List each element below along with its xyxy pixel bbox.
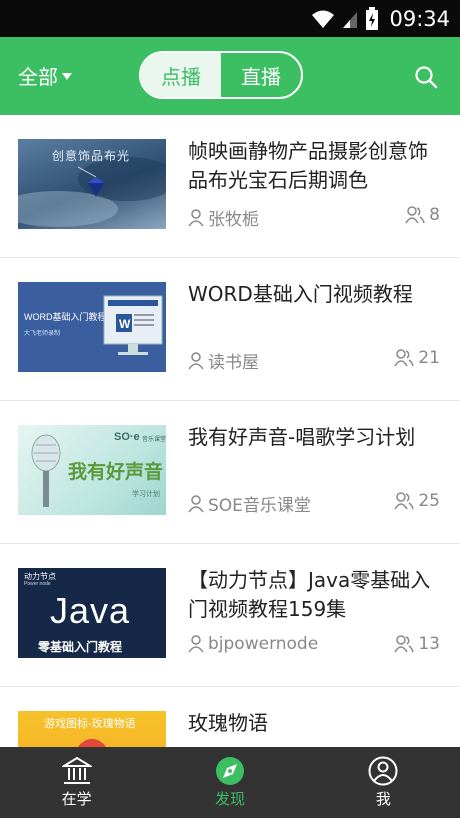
thumbnail-subcaption: 学习计划 (132, 491, 160, 498)
course-title: 【动力节点】Java零基础入门视频教程159集 (188, 568, 431, 621)
search-icon[interactable] (414, 65, 438, 89)
monitor-image: W (103, 295, 163, 355)
course-thumbnail: SO·e 音乐课堂 我有好声音 学习计划 (18, 425, 166, 515)
tab-discover[interactable]: 发现 (153, 747, 306, 818)
signal-icon (343, 11, 358, 28)
course-learner-count: 25 (418, 491, 440, 511)
bottom-tab-bar: 在学 发现 我 (0, 747, 460, 818)
tab-learning-label: 在学 (61, 790, 92, 808)
course-author: bjpowernode (188, 634, 318, 654)
tab-on-demand[interactable]: 点播 (141, 53, 221, 97)
thumbnail-caption: Java (50, 590, 131, 631)
course-learner-count: 21 (418, 348, 440, 368)
people-icon (394, 635, 415, 653)
course-learner-count: 8 (429, 205, 440, 225)
course-title: 帧映画静物产品摄影创意饰品布光宝石后期调色 (188, 139, 428, 192)
tab-me-label: 我 (375, 790, 391, 808)
course-author-name: 读书屋 (208, 353, 259, 373)
tab-live[interactable]: 直播 (221, 53, 301, 97)
svg-text:W: W (119, 317, 131, 331)
compass-icon (215, 757, 244, 785)
course-title: WORD基础入门视频教程 (188, 282, 413, 306)
course-learners: 21 (394, 348, 440, 368)
thumbnail-brand: SO·e (114, 431, 140, 443)
course-item[interactable]: SO·e 音乐课堂 我有好声音 学习计划 我有好声音-唱歌学习计划 SOE音乐课… (0, 401, 460, 544)
top-header: 全部 点播 直播 (0, 37, 460, 115)
course-learner-count: 13 (418, 634, 440, 654)
course-title: 玫瑰物语 (188, 711, 268, 735)
tab-learning[interactable]: 在学 (0, 747, 153, 818)
category-filter[interactable]: 全部 (18, 61, 72, 90)
person-icon (188, 351, 204, 369)
course-author: 读书屋 (188, 348, 259, 373)
course-author: SOE音乐课堂 (188, 491, 311, 516)
course-item[interactable]: WORD基础入门教程 大飞老师录制 W WORD基础入门视频教程 读书屋 21 (0, 258, 460, 401)
caret-down-icon (62, 73, 72, 80)
course-item[interactable]: 动力节点 Power node Java 零基础入门教程 【动力节点】Java零… (0, 544, 460, 687)
course-thumbnail: 动力节点 Power node Java 零基础入门教程 (18, 568, 166, 658)
mode-segmented-control: 点播 直播 (139, 51, 303, 99)
course-learners: 25 (394, 491, 440, 511)
course-author-name: 张牧栀 (208, 210, 259, 230)
thumbnail-caption: 我有好声音 (68, 462, 164, 483)
course-item[interactable]: 游戏图标-玫瑰物语 玫瑰物语 (0, 687, 460, 747)
wifi-icon (312, 10, 335, 28)
course-thumbnail: 创意饰品布光 (18, 139, 166, 229)
person-icon (188, 494, 204, 512)
course-thumbnail: 游戏图标-玫瑰物语 (18, 711, 166, 747)
battery-icon (366, 6, 379, 30)
course-learners: 8 (405, 205, 440, 225)
person-icon (188, 208, 204, 226)
course-learners: 13 (394, 634, 440, 654)
bank-icon (61, 756, 92, 784)
thumbnail-brand-sub: Power node (24, 581, 51, 587)
tab-discover-label: 发现 (214, 790, 245, 808)
person-icon (368, 756, 398, 786)
people-icon (405, 206, 425, 224)
status-indicators: 09:34 (311, 0, 450, 37)
rose-image (78, 739, 106, 747)
person-icon (188, 635, 204, 653)
thumbnail-caption: 创意饰品布光 (52, 149, 131, 163)
course-item[interactable]: 创意饰品布光 帧映画静物产品摄影创意饰品布光宝石后期调色 张牧栀 8 (0, 115, 460, 258)
course-title: 我有好声音-唱歌学习计划 (188, 425, 416, 449)
status-bar: 09:34 (0, 0, 460, 37)
status-time: 09:34 (389, 6, 450, 31)
category-filter-label: 全部 (18, 65, 58, 89)
people-icon (394, 349, 415, 367)
thumbnail-brand-sub: 音乐课堂 (142, 437, 166, 443)
course-author-name: SOE音乐课堂 (208, 496, 311, 516)
course-author-name: bjpowernode (208, 634, 319, 654)
course-list: 创意饰品布光 帧映画静物产品摄影创意饰品布光宝石后期调色 张牧栀 8 WORD基… (0, 115, 460, 747)
thumbnail-subcaption: 零基础入门教程 (38, 640, 123, 654)
people-icon (394, 492, 415, 510)
course-author: 张牧栀 (188, 205, 259, 230)
tab-me[interactable]: 我 (307, 747, 460, 818)
course-thumbnail: WORD基础入门教程 大飞老师录制 W (18, 282, 166, 372)
